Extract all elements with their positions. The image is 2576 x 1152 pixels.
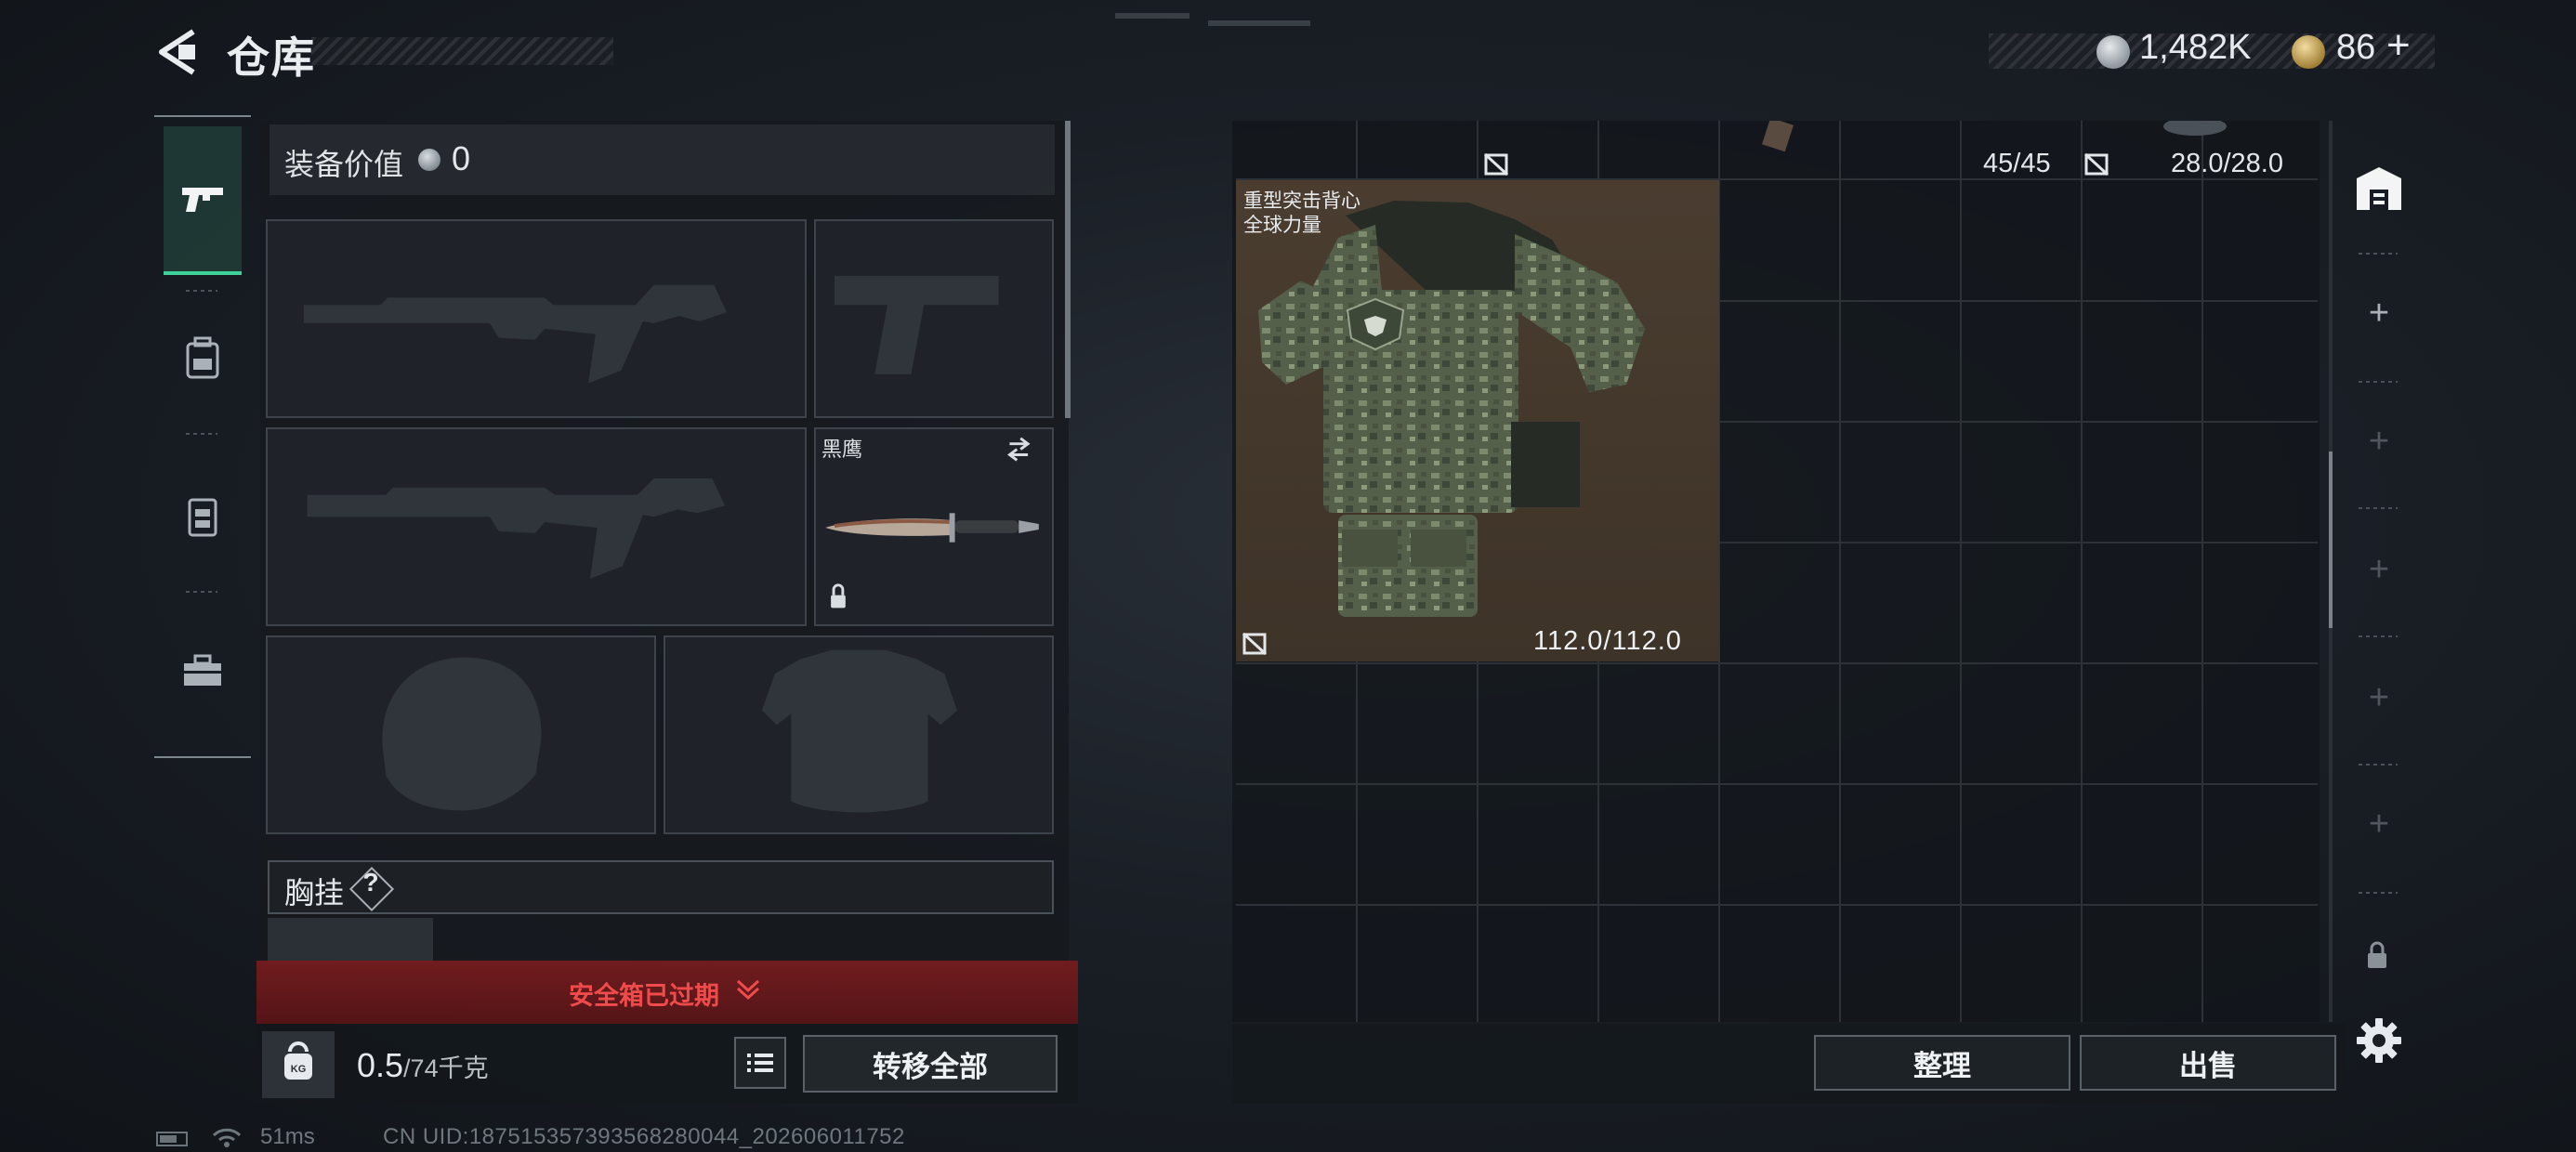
warehouse-home-icon[interactable] (2353, 164, 2405, 216)
carry-weight: 0.5/74千克 (357, 1046, 489, 1085)
rail-separator (2359, 381, 2398, 383)
rail-separator (2359, 253, 2398, 255)
primary-weapon-slot-2[interactable] (266, 427, 807, 626)
rifle-silhouette-icon (307, 478, 726, 579)
armor-silhouette-icon (761, 649, 957, 813)
helmet-silhouette-icon (382, 657, 542, 811)
tab-separator (186, 433, 217, 435)
kettlebell-icon: KG (284, 1041, 312, 1080)
gold-coin-icon (2292, 35, 2325, 69)
add-currency-button[interactable]: + (2386, 22, 2411, 69)
sidearm-slot[interactable] (814, 219, 1054, 418)
tab-separator (186, 591, 217, 593)
silver-coin-icon (418, 149, 440, 171)
title-decoration (311, 37, 613, 65)
tab-toolbox[interactable] (164, 606, 242, 736)
gold-currency-value: 86 (2336, 28, 2376, 67)
stash-top-row[interactable] (1236, 121, 2318, 180)
svg-text:KG: KG (291, 1064, 307, 1075)
chest-rig-slot[interactable] (268, 918, 433, 964)
transfer-all-button[interactable]: 转移全部 (803, 1035, 1058, 1093)
safebox-warning-text: 安全箱已过期 (569, 982, 719, 1010)
stash-scrollbar-thumb[interactable] (2329, 452, 2333, 628)
help-icon[interactable]: ? (362, 868, 379, 897)
tabs-divider-bottom (154, 756, 251, 758)
top-decoration (1115, 13, 1310, 26)
no-insure-icon (2083, 152, 2109, 177)
page-title: 仓库 (227, 33, 316, 82)
battery-level (160, 1135, 177, 1143)
no-insure-icon (1242, 632, 1268, 656)
add-stash-page-icon[interactable]: + (2360, 678, 2398, 718)
armor-vest-icon (1258, 201, 1645, 617)
equipment-scrollbar[interactable] (1065, 121, 1071, 418)
melee-name: 黑鹰 (821, 438, 863, 461)
silver-coin-icon (2096, 35, 2130, 69)
add-stash-page-icon[interactable]: + (2360, 805, 2398, 844)
stash-item-heavy-assault-vest[interactable] (1236, 180, 1719, 661)
tabs-divider-top (154, 115, 251, 117)
tab-backpack[interactable] (164, 294, 242, 424)
chest-rig-icon (188, 498, 217, 537)
tab-weapons[interactable] (164, 126, 242, 275)
rail-separator (2359, 892, 2398, 894)
equipment-value-label: 装备价值 (284, 148, 404, 181)
tab-separator (186, 290, 217, 292)
rail-separator (2359, 635, 2398, 637)
add-stash-page-icon[interactable]: + (2360, 422, 2398, 462)
wifi-icon (212, 1128, 242, 1147)
ammo-count: 45/45 (1983, 149, 2051, 178)
silver-currency-value: 1,482K (2139, 28, 2252, 67)
chest-rig-label: 胸挂 (284, 876, 345, 910)
pistol-icon (182, 188, 223, 212)
primary-weapon-slot-1[interactable] (266, 219, 807, 418)
settings-gear-icon[interactable] (2355, 1016, 2403, 1065)
sell-button[interactable]: 出售 (2080, 1035, 2336, 1091)
uid-text: CN UID:187515357393568280044_20260601175… (383, 1124, 905, 1149)
rifle-silhouette-icon (303, 284, 728, 384)
list-icon (747, 1054, 773, 1072)
no-insure-icon (1483, 152, 1509, 177)
rail-separator (2359, 507, 2398, 509)
helmet-slot[interactable] (266, 635, 656, 834)
chevron-down-icon (736, 979, 760, 1001)
armor-slot[interactable] (664, 635, 1054, 834)
add-stash-page-icon[interactable]: + (2360, 550, 2398, 590)
item-durability: 112.0/112.0 (1533, 626, 1682, 656)
add-stash-page-icon[interactable]: + (2360, 294, 2398, 334)
lock-icon (2368, 941, 2386, 968)
carry-weight-value: 0.5 (357, 1046, 404, 1084)
partial-item-top (1762, 121, 2227, 152)
equipment-value: 0 (452, 139, 471, 177)
ping-text: 51ms (260, 1124, 315, 1149)
list-view-button[interactable] (734, 1037, 786, 1089)
item-name-line2: 全球力量 (1243, 215, 1321, 236)
backpack-icon (186, 336, 219, 379)
rail-separator (2359, 764, 2398, 766)
pistol-silhouette-icon (835, 275, 999, 374)
toolbox-icon (184, 654, 221, 686)
back-arrow-icon[interactable] (156, 28, 199, 76)
armor-durability-top: 28.0/28.0 (2171, 149, 2283, 178)
weight-icon-box: KG (262, 1031, 335, 1098)
tab-chest-rig[interactable] (164, 452, 242, 582)
sort-button[interactable]: 整理 (1814, 1035, 2070, 1091)
carry-weight-max: /74千克 (403, 1054, 489, 1082)
